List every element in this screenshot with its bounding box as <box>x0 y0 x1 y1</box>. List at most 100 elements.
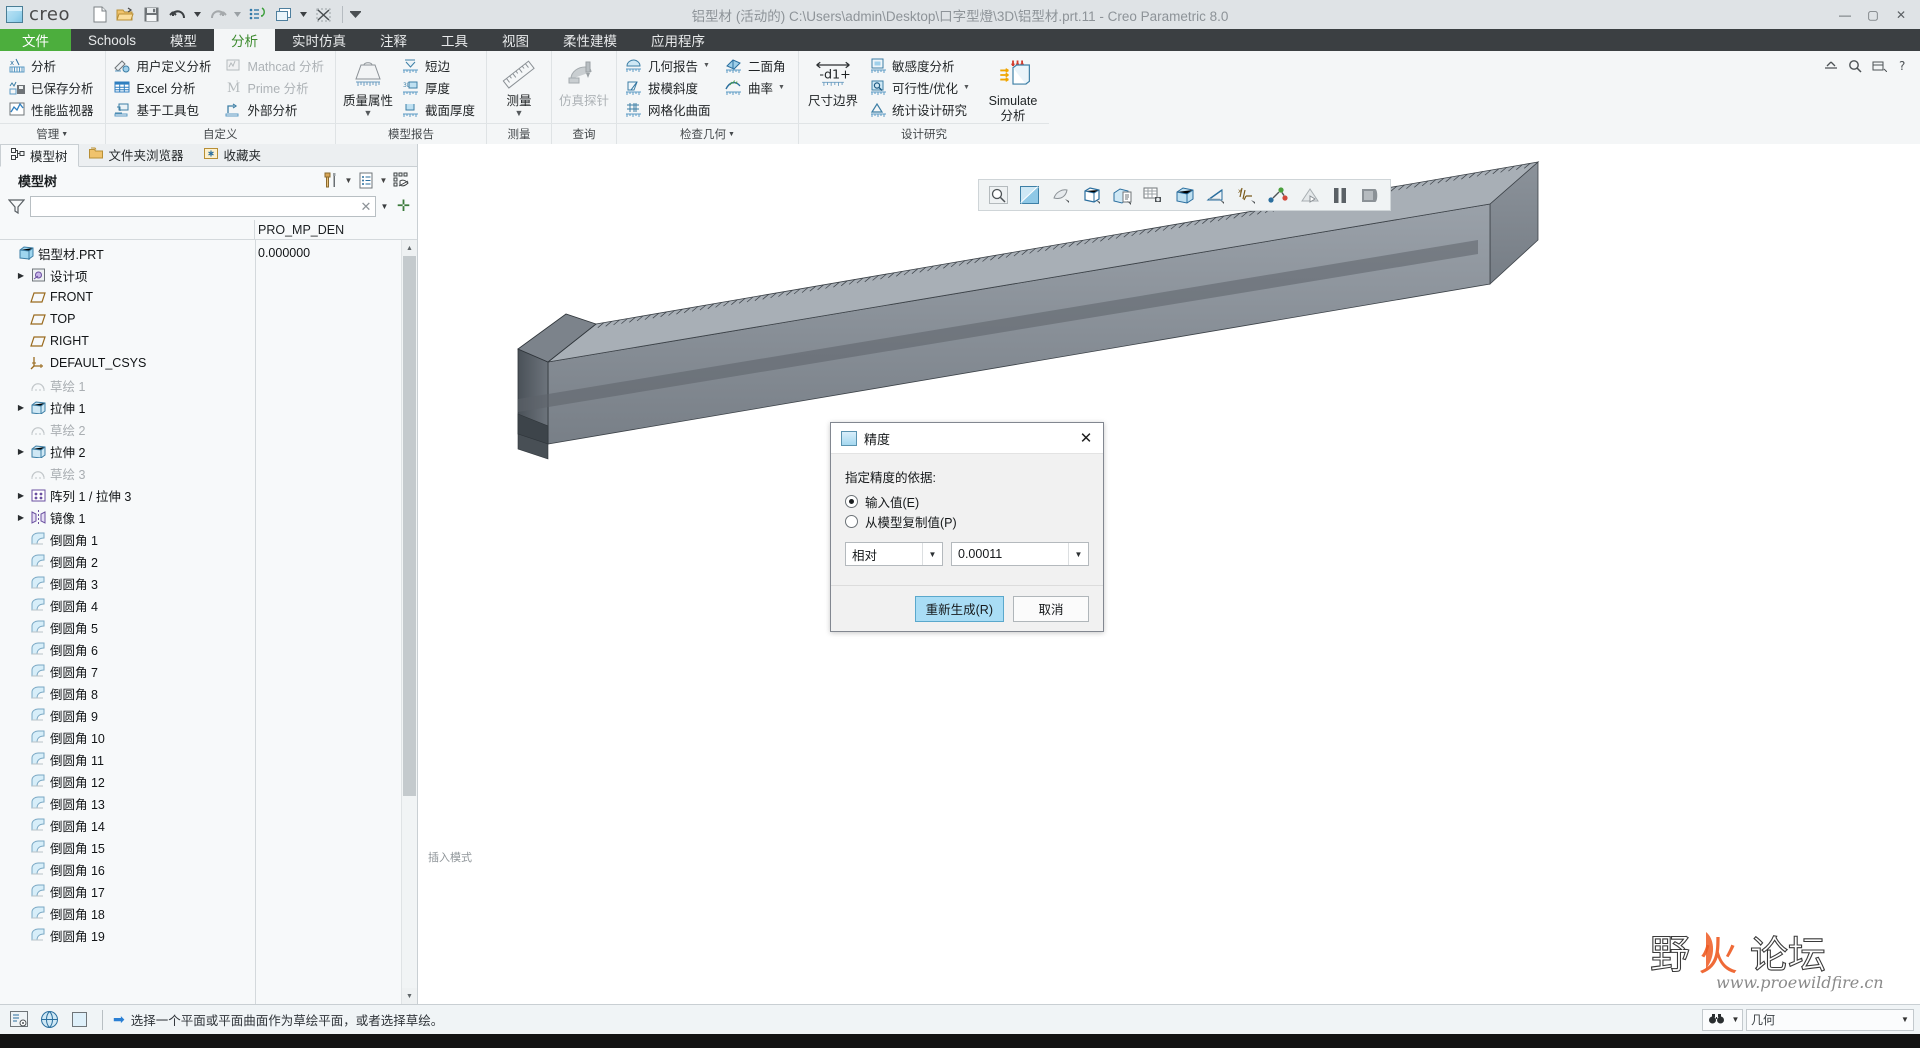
tree-item-7[interactable]: ▶ 拉伸 1 <box>0 396 417 418</box>
ribbon-item-sensitivity-analysis[interactable]: 敏感度分析 <box>867 55 977 76</box>
radio-option-enter-value[interactable]: 输入值(E) <box>845 492 1089 511</box>
tab-tools[interactable]: 工具 <box>424 29 485 51</box>
tab-live-sim[interactable]: 实时仿真 <box>275 29 363 51</box>
selection-filter-combo[interactable]: 几何 ▼ <box>1746 1008 1914 1031</box>
cancel-button[interactable]: 取消 <box>1013 595 1089 622</box>
close-button[interactable]: ✕ <box>1888 2 1914 28</box>
view-manager-icon[interactable] <box>1139 182 1168 208</box>
tree-item-22[interactable]: 倒圆角 10 <box>0 726 417 748</box>
model-tree-search-input[interactable] <box>30 196 376 217</box>
ribbon-button-dimension-bound[interactable]: -d1+ 尺寸边界 <box>802 55 864 108</box>
model-tree-scrollbar[interactable]: ▲ ▼ <box>401 240 417 1004</box>
ribbon-item-curvature[interactable]: 曲率 ▼ <box>723 77 792 98</box>
ribbon-button-measure[interactable]: 测量 ▼ <box>490 55 548 118</box>
tree-item-30[interactable]: 倒圆角 18 <box>0 902 417 924</box>
ribbon-item-analysis[interactable]: x 分析 <box>6 55 99 76</box>
ribbon-item-thickness[interactable]: 3D 厚度 <box>400 77 480 98</box>
tab-flexible[interactable]: 柔性建模 <box>546 29 634 51</box>
ribbon-item-feasibility-optimization[interactable]: 可行性/优化 ▼ <box>867 77 977 98</box>
scrollbar-thumb[interactable] <box>403 256 416 796</box>
tree-item-28[interactable]: 倒圆角 16 <box>0 858 417 880</box>
tree-item-21[interactable]: 倒圆角 9 <box>0 704 417 726</box>
tab-model[interactable]: 模型 <box>153 29 214 51</box>
ribbon-item-user-defined-analysis[interactable]: 用户定义分析 <box>112 55 217 76</box>
window-switch-icon[interactable] <box>271 3 296 27</box>
pause-icon[interactable] <box>1325 182 1354 208</box>
maximize-button[interactable]: ▢ <box>1860 2 1886 28</box>
scroll-down-icon[interactable]: ▼ <box>402 988 417 1004</box>
ribbon-item-saved-analysis[interactable]: 已保存分析 <box>6 77 99 98</box>
regenerate-icon[interactable] <box>245 3 270 27</box>
appearance-icon[interactable] <box>1201 182 1230 208</box>
open-file-icon[interactable] <box>113 3 138 27</box>
display-list-icon[interactable] <box>356 170 376 190</box>
annotation-display-icon[interactable]: x <box>1232 182 1261 208</box>
ribbon-button-mass-properties[interactable]: 质量属性 ▼ <box>339 55 397 118</box>
ribbon-item-toolkit-analysis[interactable]: 基于工具包 <box>112 99 217 120</box>
chevron-down-icon[interactable]: ▼ <box>703 62 712 69</box>
tab-schools[interactable]: Schools <box>71 29 153 51</box>
tree-item-19[interactable]: 倒圆角 7 <box>0 660 417 682</box>
chevron-down-icon[interactable]: ▼ <box>1729 1010 1742 1030</box>
chevron-down-icon[interactable]: ▼ <box>922 543 942 565</box>
expand-arrow-icon[interactable]: ▶ <box>14 403 28 412</box>
ribbon-item-geometry-report[interactable]: 几何报告 ▼ <box>623 55 717 76</box>
find-icon[interactable] <box>1703 1010 1729 1030</box>
tree-item-31[interactable]: 倒圆角 19 <box>0 924 417 946</box>
tree-item-25[interactable]: 倒圆角 13 <box>0 792 417 814</box>
ribbon-item-statistical-design-study[interactable]: 统计设计研究 <box>867 99 977 120</box>
radio-button[interactable] <box>845 515 858 528</box>
search-icon[interactable] <box>1844 55 1866 77</box>
tree-item-0[interactable]: 铝型材.PRT 0.000000 <box>0 242 417 264</box>
web-browser-icon[interactable] <box>36 1008 62 1032</box>
regenerate-button[interactable]: 重新生成(R) <box>914 595 1004 622</box>
ribbon-button-simulation-probe[interactable]: 仿真探针 <box>555 55 613 108</box>
ribbon-item-external-analysis[interactable]: 外部分析 <box>223 99 329 120</box>
redo-icon[interactable] <box>205 3 230 27</box>
ribbon-options-icon[interactable] <box>1868 55 1890 77</box>
collapse-ribbon-icon[interactable] <box>1820 55 1842 77</box>
tree-item-8[interactable]: 草绘 2 <box>0 418 417 440</box>
nav-tab-folder-browser[interactable]: 文件夹浏览器 <box>79 143 194 166</box>
tree-item-26[interactable]: 倒圆角 14 <box>0 814 417 836</box>
radio-button[interactable] <box>845 495 858 508</box>
tree-item-20[interactable]: 倒圆角 8 <box>0 682 417 704</box>
undo-caret-icon[interactable] <box>191 3 204 27</box>
redo-caret-icon[interactable] <box>231 3 244 27</box>
tree-item-13[interactable]: 倒圆角 1 <box>0 528 417 550</box>
perspective-view-icon[interactable] <box>1170 182 1199 208</box>
tree-item-4[interactable]: RIGHT <box>0 330 417 352</box>
ribbon-item-mathcad-analysis[interactable]: Mathcad 分析 <box>223 55 329 76</box>
radio-option-copy-from-model[interactable]: 从模型复制值(P) <box>845 512 1089 531</box>
add-filter-icon[interactable]: ✛ <box>395 198 412 214</box>
tree-item-5[interactable]: DEFAULT_CSYS <box>0 352 417 374</box>
tree-item-12[interactable]: ▶ 镜像 1 <box>0 506 417 528</box>
tree-item-24[interactable]: 倒圆角 12 <box>0 770 417 792</box>
close-window-icon[interactable] <box>311 3 336 27</box>
ribbon-item-short-edge[interactable]: 短边 <box>400 55 480 76</box>
ribbon-item-excel-analysis[interactable]: Excel 分析 <box>112 77 217 98</box>
tab-view[interactable]: 视图 <box>485 29 546 51</box>
tree-item-23[interactable]: 倒圆角 11 <box>0 748 417 770</box>
tab-applications[interactable]: 应用程序 <box>634 29 722 51</box>
accuracy-dialog[interactable]: 精度 ✕ 指定精度的依据: 输入值(E) 从模型复制值(P) 相对 ▼ 0.00… <box>830 422 1104 632</box>
tree-item-29[interactable]: 倒圆角 17 <box>0 880 417 902</box>
tree-item-9[interactable]: ▶ 拉伸 2 <box>0 440 417 462</box>
new-file-icon[interactable] <box>87 3 112 27</box>
ribbon-group-label-manage[interactable]: 管理 ▼ <box>0 123 105 144</box>
expand-arrow-icon[interactable]: ▶ <box>14 513 28 522</box>
tree-item-18[interactable]: 倒圆角 6 <box>0 638 417 660</box>
panel-toggle-icon[interactable] <box>66 1008 92 1032</box>
ribbon-item-dihedral-angle[interactable]: 二面角 <box>723 55 792 76</box>
ribbon-item-section-thickness[interactable]: 截面厚度 <box>400 99 480 120</box>
minimize-button[interactable]: — <box>1832 2 1858 28</box>
window-caret-icon[interactable] <box>297 3 310 27</box>
chevron-down-icon[interactable]: ▼ <box>1068 543 1088 565</box>
nav-tab-favorites[interactable]: 收藏夹 <box>194 143 272 166</box>
chevron-down-icon[interactable]: ▼ <box>1897 1015 1913 1024</box>
tree-item-27[interactable]: 倒圆角 15 <box>0 836 417 858</box>
chevron-down-icon[interactable]: ▼ <box>378 170 389 190</box>
expand-arrow-icon[interactable]: ▶ <box>14 447 28 456</box>
chevron-down-icon[interactable]: ▼ <box>515 109 524 118</box>
chevron-down-icon[interactable]: ▼ <box>378 202 391 211</box>
